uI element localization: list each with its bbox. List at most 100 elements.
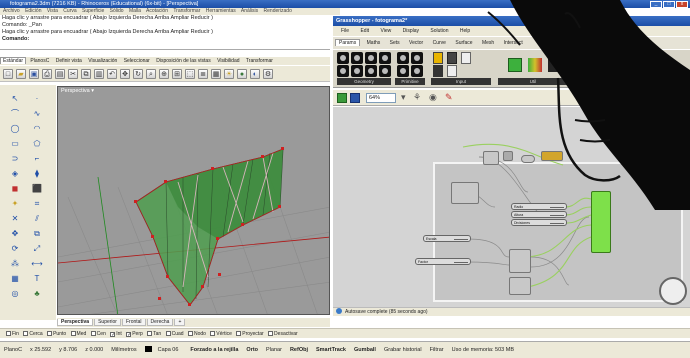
smarttrack-toggle[interactable]: SmartTrack [312, 342, 350, 358]
gh-tab-surface[interactable]: Surface [452, 40, 475, 46]
tab-visualizacion[interactable]: Visualización [86, 58, 119, 64]
tab-seleccionar[interactable]: Seleccionar [122, 58, 152, 64]
menu-edicion[interactable]: Edición [25, 8, 41, 14]
gh-save-icon[interactable] [350, 93, 360, 103]
add-viewport-tab[interactable]: + [174, 319, 186, 326]
gh-menu-file[interactable]: File [341, 28, 349, 34]
zoom-window-icon[interactable]: ⊕ [159, 68, 169, 79]
save-icon[interactable]: ▣ [29, 68, 39, 79]
swatch-icon[interactable] [433, 65, 443, 77]
tab-definir-vista[interactable]: Definir vista [54, 58, 84, 64]
integer-param-icon[interactable] [411, 52, 423, 64]
copy-transform-icon[interactable]: ⧉ [28, 228, 46, 240]
gh-open-icon[interactable] [337, 93, 347, 103]
gh-component[interactable] [483, 151, 499, 165]
mesh-icon[interactable]: ⌗ [28, 198, 46, 210]
preview-icon[interactable]: ◉ [429, 92, 437, 103]
arc-icon[interactable]: ◠ [28, 123, 46, 135]
tab-visibilidad[interactable]: Visibilidad [215, 58, 241, 64]
gh-component[interactable] [503, 151, 513, 161]
close-button[interactable]: x [676, 1, 688, 8]
menu-curva[interactable]: Curva [63, 8, 76, 14]
checkbox-checked-icon[interactable]: ✓ [126, 332, 131, 338]
button-icon[interactable] [447, 65, 457, 77]
osnap-med[interactable]: Med [68, 331, 86, 337]
copy-icon[interactable]: ⧉ [81, 68, 91, 79]
preview-shaded-icon[interactable] [637, 92, 648, 103]
material-icon[interactable]: ◐ [250, 68, 260, 79]
fillet-icon[interactable]: ⌐ [28, 153, 46, 165]
light-icon[interactable]: ☀ [224, 68, 234, 79]
tab-planosc[interactable]: PlanosC [28, 58, 51, 64]
checkbox-icon[interactable] [147, 331, 153, 336]
select-arrow-icon[interactable]: ↖ [6, 93, 24, 105]
viewport-label[interactable]: Perspectiva ▾ [61, 88, 94, 94]
osnap-int[interactable]: ✓Int [107, 331, 122, 338]
history-toggle[interactable]: Grabar historial [380, 342, 426, 358]
panel-icon[interactable] [433, 52, 443, 64]
open-icon[interactable]: ▰ [16, 68, 26, 79]
gh-tab-maths[interactable]: Maths [364, 40, 384, 46]
navigation-compass-icon[interactable] [659, 277, 687, 305]
surface-param-icon[interactable] [379, 65, 391, 77]
undo-icon[interactable]: ↶ [107, 68, 117, 79]
gh-component[interactable] [451, 182, 479, 204]
checkbox-icon[interactable] [90, 331, 96, 336]
checkbox-icon[interactable] [70, 331, 76, 336]
point-icon[interactable]: · [28, 93, 46, 105]
osnap-toggle[interactable]: RefObj [286, 342, 312, 358]
tab-superior[interactable]: Superior [94, 319, 121, 326]
number-param-icon[interactable] [397, 65, 409, 77]
polyline-icon[interactable]: ⌒ [6, 108, 24, 120]
perspective-viewport[interactable]: Perspectiva ▾ [57, 86, 330, 315]
tab-estandar[interactable]: Estándar [0, 57, 27, 64]
circle-param-icon[interactable] [365, 52, 377, 64]
properties-icon[interactable]: ▤ [55, 68, 65, 79]
checkbox-icon[interactable] [23, 331, 29, 336]
options-icon[interactable]: ⚙ [263, 68, 273, 79]
array-icon[interactable]: ⁂ [6, 258, 24, 270]
ortho-toggle[interactable]: Orto [242, 342, 262, 358]
gh-tab-params[interactable]: Params [335, 39, 361, 46]
zoom-icon[interactable]: ⌕ [146, 68, 156, 79]
paste-icon[interactable]: ▥ [94, 68, 104, 79]
rotate-icon[interactable]: ↻ [133, 68, 143, 79]
tab-disposicion[interactable]: Disposición de las vistas [154, 58, 212, 64]
toggle-icon[interactable] [461, 52, 471, 64]
hatch-icon[interactable]: ▦ [6, 273, 24, 285]
grid-icon[interactable]: ▦ [211, 68, 221, 79]
grasshopper-icon[interactable]: ♣ [28, 288, 46, 300]
number-slider[interactable]: Radio [511, 203, 567, 210]
new-file-icon[interactable]: □ [3, 68, 13, 79]
menu-superficie[interactable]: Superficie [82, 8, 104, 14]
polygon-icon[interactable]: ⬠ [28, 138, 46, 150]
print-icon[interactable]: ⎙ [42, 68, 52, 79]
tab-transformar[interactable]: Transformar [244, 58, 275, 64]
point-param-icon[interactable] [337, 52, 349, 64]
wire-display-icon[interactable] [623, 92, 634, 103]
zoom-dropdown-chevron-icon[interactable]: ▾ [401, 92, 406, 103]
number-slider[interactable]: Factor [415, 258, 471, 265]
checkbox-icon[interactable] [47, 331, 53, 336]
tab-frontal[interactable]: Frontal [121, 319, 146, 326]
osnap-vertice[interactable]: Vértice [207, 331, 232, 337]
curve-icon[interactable]: ∿ [28, 108, 46, 120]
menu-archivo[interactable]: Archivo [3, 8, 20, 14]
menu-analisis[interactable]: Análisis [241, 8, 258, 14]
status-cplane[interactable]: PlanoC [0, 342, 26, 358]
menu-herramientas[interactable]: Herramientas [206, 8, 236, 14]
circle-icon[interactable]: ◯ [6, 123, 24, 135]
osnap-nodo[interactable]: Nodo [185, 331, 206, 337]
select-icon[interactable]: ⬚ [185, 68, 195, 79]
checkbox-icon[interactable] [268, 331, 274, 336]
menu-renderizado[interactable]: Renderizado [264, 8, 292, 14]
gh-component[interactable] [509, 277, 531, 295]
checkbox-icon[interactable] [6, 331, 11, 336]
pan-icon[interactable]: ✥ [120, 68, 130, 79]
render-icon[interactable]: ● [237, 68, 247, 79]
number-slider[interactable]: Altura [511, 211, 567, 218]
text-icon[interactable]: T [28, 273, 46, 285]
gh-tab-sets[interactable]: Sets [387, 40, 403, 46]
gh-menu-edit[interactable]: Edit [360, 28, 369, 34]
gradient-icon[interactable] [508, 58, 522, 72]
